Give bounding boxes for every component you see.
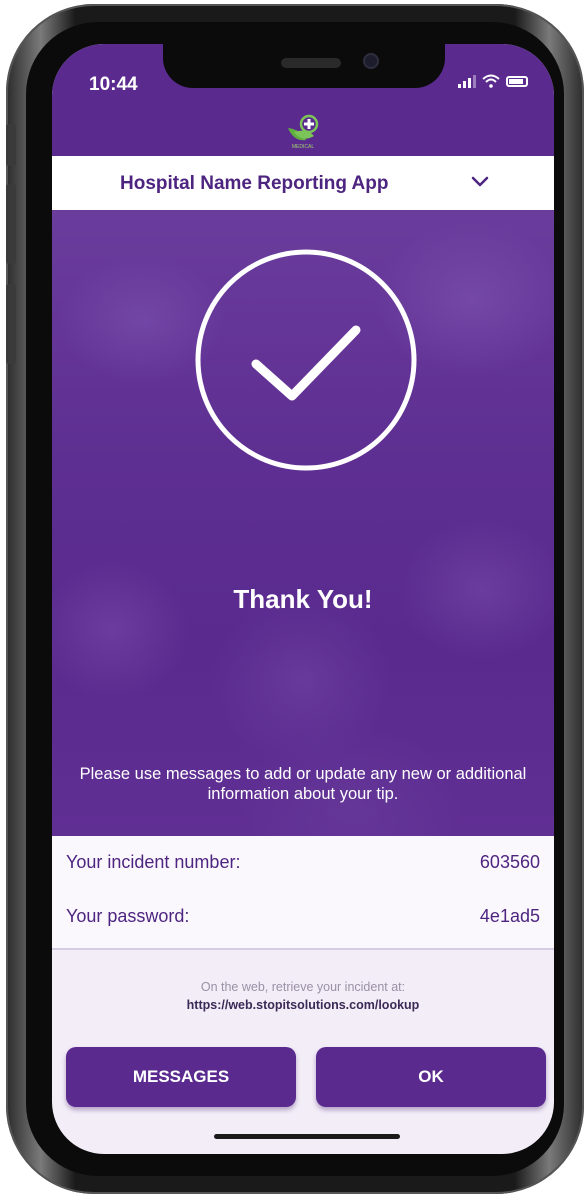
messages-button[interactable]: MESSAGES bbox=[66, 1047, 296, 1107]
web-lookup-text: On the web, retrieve your incident at: bbox=[200, 980, 406, 994]
app-selector[interactable]: Hospital Name Reporting App bbox=[52, 156, 554, 210]
thank-you-heading: Thank You! bbox=[233, 584, 373, 614]
status-time: 10:44 bbox=[89, 74, 138, 95]
ok-button[interactable]: OK bbox=[316, 1047, 546, 1107]
logo-bar: MEDICAL bbox=[52, 112, 554, 156]
password-row: Your password: 4e1ad5 bbox=[66, 894, 540, 938]
password-label: Your password: bbox=[66, 905, 190, 926]
app-screen: 10:44 MEDICAL Hospital Name Reporting Ap… bbox=[52, 44, 554, 1154]
mute-switch bbox=[6, 124, 16, 166]
incident-number-value: 603560 bbox=[479, 851, 540, 872]
app-title: Hospital Name Reporting App bbox=[120, 173, 389, 194]
medical-logo-icon: MEDICAL bbox=[284, 112, 322, 156]
battery-icon bbox=[506, 75, 528, 87]
logo-text: MEDICAL bbox=[291, 144, 315, 150]
divider bbox=[52, 948, 554, 950]
messages-hint: Please use messages to add or update any… bbox=[79, 765, 527, 803]
web-lookup-link[interactable]: https://web.stopitsolutions.com/lookup bbox=[52, 996, 554, 1014]
checkmark-circle-icon bbox=[195, 249, 417, 471]
incident-number-row: Your incident number: 603560 bbox=[66, 840, 540, 884]
incident-number-label: Your incident number: bbox=[66, 851, 241, 872]
signal-icon bbox=[458, 74, 476, 88]
front-camera bbox=[363, 53, 379, 69]
status-icons bbox=[458, 74, 528, 88]
notch bbox=[163, 44, 445, 88]
speaker bbox=[281, 58, 341, 68]
incident-info-panel: Your incident number: 603560 Your passwo… bbox=[52, 836, 554, 948]
password-value: 4e1ad5 bbox=[479, 905, 540, 926]
chevron-down-icon[interactable] bbox=[470, 174, 490, 190]
home-indicator[interactable] bbox=[214, 1134, 400, 1139]
web-lookup-note: On the web, retrieve your incident at: h… bbox=[52, 978, 554, 1014]
volume-down-button bbox=[6, 284, 16, 364]
volume-up-button bbox=[6, 184, 16, 264]
confirmation-hero: Thank You! Please use messages to add or… bbox=[52, 210, 554, 836]
wifi-icon bbox=[482, 74, 500, 88]
